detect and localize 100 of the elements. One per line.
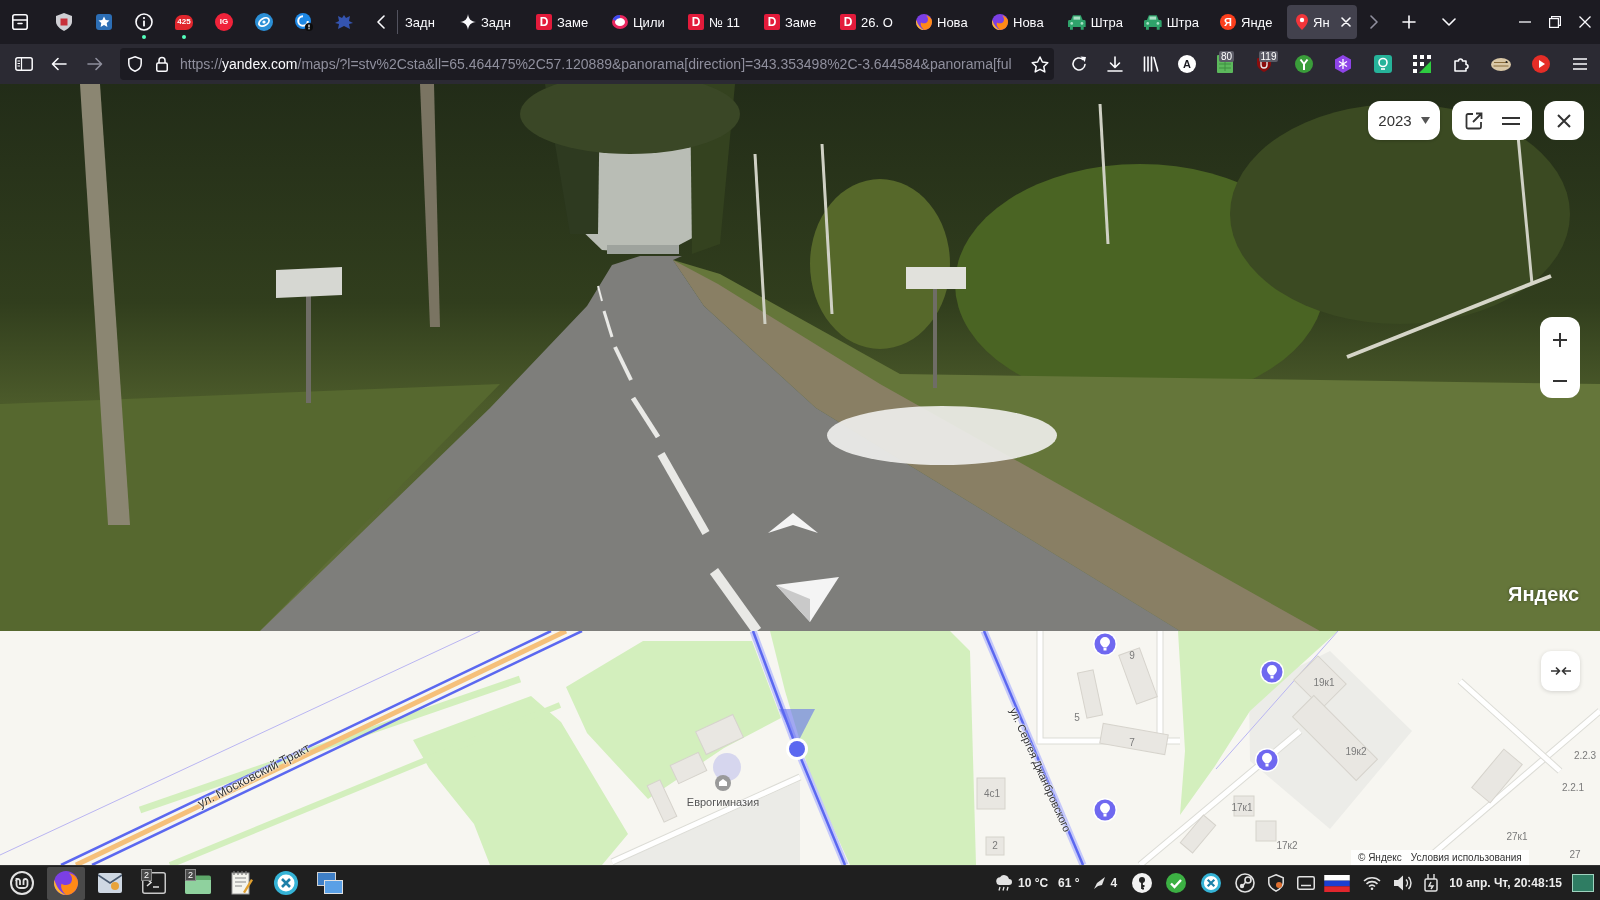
browser-tab[interactable]: Я Янде (1211, 5, 1281, 39)
car-icon (1068, 14, 1086, 30)
letter-circle-icon[interactable]: A (1178, 55, 1196, 73)
wifi-icon[interactable] (1362, 876, 1381, 890)
sidebar-icon[interactable] (15, 57, 33, 71)
x-circle-icon (274, 871, 298, 895)
car-icon (1144, 14, 1162, 30)
year-dropdown[interactable]: 2023 (1368, 101, 1440, 140)
minus-icon[interactable] (1553, 379, 1567, 382)
show-desktop-icon[interactable] (1572, 874, 1594, 892)
letter-tile-icon: D (536, 14, 552, 30)
browser-tab[interactable]: Штра (1059, 5, 1129, 39)
flag-icon[interactable] (1324, 874, 1351, 892)
volume-icon[interactable] (1394, 875, 1413, 891)
star-icon[interactable] (1031, 55, 1049, 73)
taskbar-button[interactable] (47, 866, 85, 900)
star-icon (96, 14, 112, 30)
browser-tab[interactable]: D 26. О (831, 5, 901, 39)
browser-tab[interactable]: D Заме (755, 5, 825, 39)
house-number: 9 (1129, 651, 1135, 661)
collapse-arrows-icon (1550, 666, 1571, 676)
browser-tab[interactable]: Ян (1287, 5, 1357, 39)
plug-icon[interactable] (1424, 874, 1439, 892)
close-button[interactable] (1544, 101, 1584, 140)
bulb-icon[interactable] (1373, 55, 1392, 73)
browser-tab[interactable]: Штра (1135, 5, 1205, 39)
house-number: 4с1 (983, 789, 1001, 799)
drawer-icon[interactable] (12, 14, 28, 30)
ring-logo-icon (255, 13, 273, 31)
backward-arrow-icon[interactable] (776, 577, 839, 622)
place-icon[interactable] (715, 775, 731, 791)
balloon-marker-icon[interactable] (1093, 632, 1117, 656)
info-icon (135, 13, 153, 31)
pinned-tab[interactable]: IG (204, 4, 244, 40)
library-icon[interactable] (1143, 56, 1159, 72)
map-pin-icon (1296, 14, 1308, 30)
browser-tab[interactable]: Нова (983, 5, 1053, 39)
display-icon[interactable] (1296, 876, 1315, 890)
humidity-text: 61 ° (1058, 876, 1080, 890)
browser-tab[interactable]: Нова (907, 5, 977, 39)
puzzle-icon[interactable] (1453, 56, 1470, 72)
back-arrow-icon[interactable] (51, 57, 67, 71)
unread-count-badge: 425 (175, 14, 193, 30)
shield-icon[interactable] (1268, 874, 1285, 892)
collapse-button[interactable] (1541, 651, 1580, 691)
grid-icon[interactable] (1413, 55, 1432, 73)
camera-marker-icon (779, 709, 815, 760)
house-number: 2.2.1 (1561, 783, 1585, 793)
check-icon[interactable] (1166, 873, 1187, 893)
browser-tab[interactable]: Цили (603, 5, 673, 39)
letter-tile-icon: D (688, 14, 704, 30)
external-link-icon[interactable] (1465, 111, 1483, 130)
chevron-left-icon[interactable] (377, 15, 385, 29)
window-count-badge: 2 (185, 868, 196, 881)
animal-icon[interactable] (1491, 57, 1512, 71)
mail-icon (98, 873, 122, 893)
pinned-tab[interactable]: 425 (164, 4, 204, 40)
alert-logo-icon (295, 13, 313, 31)
windows-icon (317, 872, 343, 894)
linked-circles-icon[interactable] (1234, 873, 1255, 893)
restore-icon[interactable] (1549, 16, 1561, 28)
notepad-icon (231, 871, 253, 895)
chevron-right-icon[interactable] (1370, 15, 1378, 29)
browser-tab[interactable]: Задн (398, 5, 445, 39)
house-number: 27к1 (1506, 832, 1528, 842)
house-number: 27 (1569, 850, 1581, 860)
terms-link[interactable]: Условия использования (1410, 852, 1522, 863)
notification-icon[interactable] (1092, 876, 1107, 890)
reload-icon[interactable] (1071, 56, 1087, 72)
play-icon[interactable] (1531, 55, 1550, 73)
building (1255, 820, 1277, 842)
key-circle-icon[interactable] (1132, 873, 1153, 893)
plus-icon[interactable] (1553, 333, 1567, 348)
branch-circle-icon[interactable] (1294, 55, 1313, 73)
download-icon[interactable] (1107, 56, 1123, 72)
close-icon[interactable] (1341, 17, 1351, 27)
balloon-marker-icon[interactable] (1093, 798, 1117, 822)
start-menu-icon[interactable] (10, 871, 34, 895)
balloon-marker-icon[interactable] (1255, 748, 1279, 772)
building (976, 777, 1006, 810)
browser-tab[interactable]: Задн (451, 5, 521, 39)
balloon-marker-icon[interactable] (1260, 660, 1284, 684)
x-circle-icon[interactable] (1200, 873, 1221, 893)
browser-tab[interactable]: D Заме (527, 5, 597, 39)
chevron-down-icon[interactable] (1442, 18, 1456, 26)
house-number: 7 (1129, 738, 1135, 748)
house-number: 2 (992, 841, 998, 851)
house-number: 19к1 (1313, 678, 1335, 688)
close-icon[interactable] (1579, 16, 1591, 28)
shield-icon (56, 13, 72, 31)
fox-globe-icon (916, 14, 932, 30)
taskbar-button[interactable]: 2 (135, 866, 173, 900)
letter-circle-icon: Я (1220, 14, 1236, 30)
snowflake-icon[interactable] (1335, 55, 1352, 73)
fox-globe-icon (54, 871, 78, 895)
forward-arrow-icon[interactable] (768, 513, 818, 533)
browser-tab[interactable]: D № 11 (679, 5, 749, 39)
menu-icon[interactable] (1502, 116, 1520, 125)
taskbar-button[interactable]: 2 (179, 866, 217, 900)
address-field[interactable]: https://yandex.com/maps/?l=stv%2Csta&ll=65.464475%2C57.120889&panorama[direction]=343.353498%2C-3.644584&panorama[ful (120, 48, 1054, 80)
